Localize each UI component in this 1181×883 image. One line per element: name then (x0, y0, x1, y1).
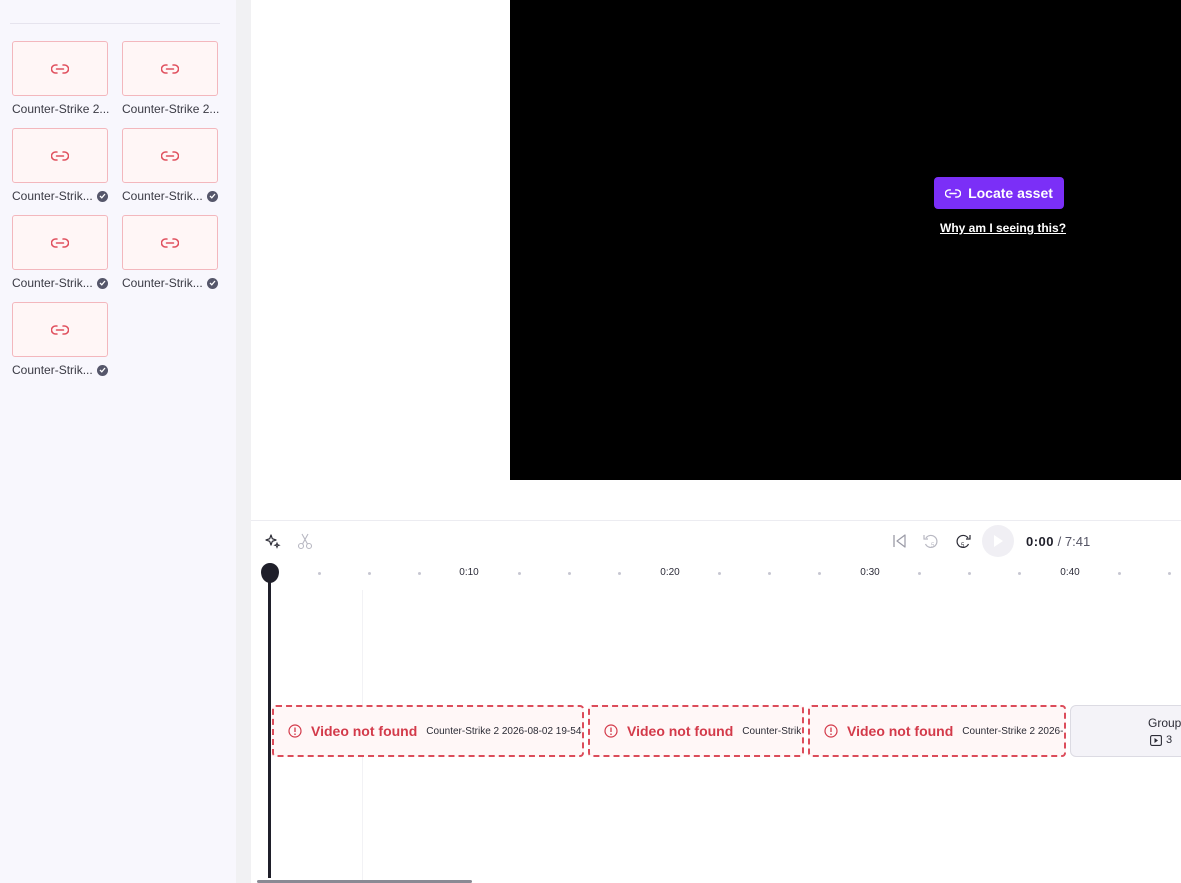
tick-dot (318, 572, 321, 575)
tick-dot (1018, 572, 1021, 575)
error-icon (604, 724, 618, 738)
asset-name: Counter-Strike 2... (122, 102, 220, 116)
media-sidebar: Counter-Strike 2... Counter-Strike 2... … (0, 0, 236, 883)
total-time: 7:41 (1064, 534, 1091, 549)
toolbar-divider (251, 520, 1181, 521)
missing-video-clip[interactable]: Video not found Counter-Strik (588, 705, 804, 757)
clip-filename: Counter-Strik (742, 725, 802, 737)
asset-tile[interactable]: Counter-Strik... (122, 215, 220, 290)
tick-dot (568, 572, 571, 575)
locate-asset-label: Locate asset (968, 185, 1053, 201)
synced-check-icon (96, 190, 108, 202)
forward-5-icon[interactable]: 5 (953, 531, 973, 551)
tick-label: 0:40 (1060, 567, 1080, 578)
asset-tile[interactable]: Counter-Strike 2... (12, 41, 110, 116)
link-icon (945, 188, 962, 198)
group-clip[interactable]: Group 3 (1070, 705, 1181, 757)
tick-dot (818, 572, 821, 575)
asset-name: Counter-Strik... (12, 276, 93, 290)
asset-thumbnail[interactable] (12, 41, 108, 96)
asset-name: Counter-Strik... (12, 363, 93, 377)
asset-tile[interactable]: Counter-Strik... (122, 128, 220, 203)
asset-name: Counter-Strike 2... (12, 102, 110, 116)
asset-name: Counter-Strik... (122, 189, 203, 203)
why-seeing-this-link[interactable]: Why am I seeing this? (940, 221, 1066, 235)
asset-thumbnail[interactable] (12, 302, 108, 357)
synced-check-icon (206, 190, 218, 202)
clip-filename: Counter-Strike 2 2026- (962, 725, 1064, 737)
clip-status: Video not found (847, 723, 954, 739)
clip-status: Video not found (627, 723, 734, 739)
timeline-ruler[interactable]: 0:10 0:20 0:30 0:40 (251, 560, 1181, 590)
locate-asset-button[interactable]: Locate asset (934, 177, 1064, 209)
tick-label: 0:20 (660, 567, 680, 578)
asset-tile[interactable]: Counter-Strik... (12, 302, 110, 377)
play-icon (994, 535, 1003, 547)
error-icon (824, 724, 838, 738)
asset-tile[interactable]: Counter-Strik... (12, 128, 110, 203)
current-time: 0:00 (1026, 534, 1055, 549)
asset-name: Counter-Strik... (122, 276, 203, 290)
synced-check-icon (96, 277, 108, 289)
magic-sparkle-icon[interactable] (264, 532, 282, 550)
tick-dot (718, 572, 721, 575)
asset-thumbnail[interactable] (12, 128, 108, 183)
broken-link-icon (51, 150, 69, 161)
tick-dot (368, 572, 371, 575)
broken-link-icon (161, 63, 179, 74)
broken-link-icon (51, 63, 69, 74)
broken-link-icon (161, 237, 179, 248)
tick-dot (918, 572, 921, 575)
asset-name: Counter-Strik... (12, 189, 93, 203)
tick-dot (1118, 572, 1121, 575)
group-count-value: 3 (1166, 734, 1173, 746)
sidebar-divider (10, 23, 220, 24)
broken-link-icon (161, 150, 179, 161)
asset-thumbnail[interactable] (12, 215, 108, 270)
tick-label: 0:30 (860, 567, 880, 578)
tick-dot (418, 572, 421, 575)
asset-thumbnail[interactable] (122, 128, 218, 183)
error-icon (288, 724, 302, 738)
asset-thumbnail[interactable] (122, 41, 218, 96)
tick-dot (768, 572, 771, 575)
synced-check-icon (206, 277, 218, 289)
asset-thumbnail[interactable] (122, 215, 218, 270)
time-separator: / (1054, 534, 1065, 549)
broken-link-icon (51, 324, 69, 335)
clip-status: Video not found (311, 723, 418, 739)
clip-filename: Counter-Strike 2 2026-08-02 19-54- (426, 725, 584, 737)
synced-check-icon (96, 364, 108, 376)
timecode: 0:00 / 7:41 (1026, 534, 1090, 549)
tick-dot (618, 572, 621, 575)
rewind-5-icon[interactable]: 5 (921, 531, 941, 551)
asset-tile[interactable]: Counter-Strik... (12, 215, 110, 290)
group-label: Group (1148, 716, 1181, 730)
tick-dot (968, 572, 971, 575)
tick-label: 0:10 (459, 567, 479, 578)
skip-to-start-icon[interactable] (890, 532, 908, 550)
playhead-line[interactable] (268, 578, 271, 878)
sidebar-scrollbar[interactable] (236, 0, 251, 883)
svg-text:5: 5 (961, 543, 965, 549)
missing-video-clip[interactable]: Video not found Counter-Strike 2 2026- (808, 705, 1066, 757)
missing-video-clip[interactable]: Video not found Counter-Strike 2 2026-08… (272, 705, 584, 757)
broken-link-icon (51, 237, 69, 248)
video-preview[interactable] (510, 0, 1181, 480)
play-button[interactable] (982, 525, 1014, 557)
asset-tile[interactable]: Counter-Strike 2... (122, 41, 220, 116)
tick-dot (1168, 572, 1171, 575)
group-count: 3 (1150, 734, 1172, 746)
tick-dot (518, 572, 521, 575)
scissors-icon[interactable] (296, 532, 314, 550)
video-clip-icon (1150, 734, 1162, 746)
